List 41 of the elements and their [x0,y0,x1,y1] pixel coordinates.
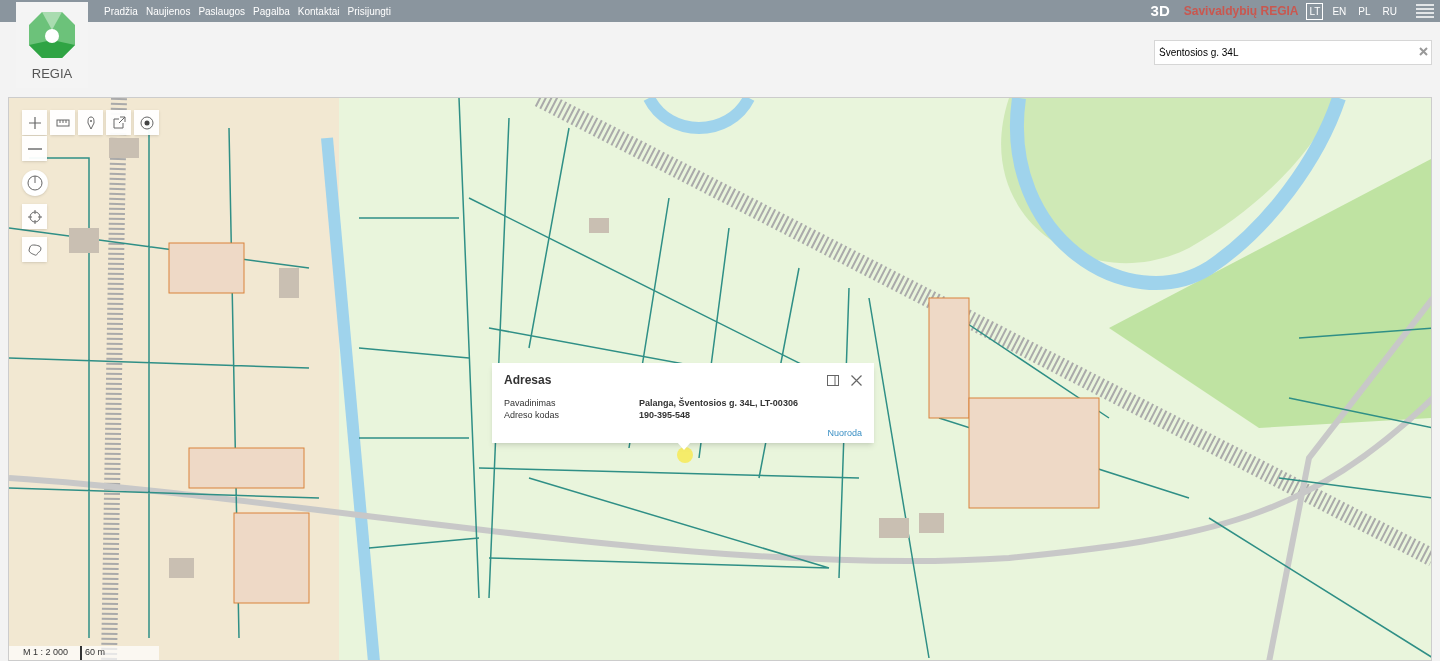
nav-link[interactable]: Naujienos [145,3,191,19]
search-field[interactable]: Šventosios g. 34L [1154,40,1432,65]
zoom-in-button[interactable] [22,110,47,135]
field-value: Palanga, Šventosios g. 34L, LT-00306 [639,397,798,409]
nav-link[interactable]: Kontaktai [297,3,340,19]
close-icon[interactable] [851,374,862,386]
language-option[interactable]: PL [1355,2,1374,20]
region-outline-icon [26,241,43,258]
crosshair-icon [26,208,43,225]
region-outline-button[interactable] [22,237,47,262]
scale-ratio: M 1 : 2 000 [23,646,69,660]
clear-icon[interactable] [1419,47,1428,56]
nav-link[interactable]: Paslaugos [198,3,246,19]
nav-link[interactable]: Pradžia [104,3,138,19]
language-option[interactable]: RU [1379,2,1400,20]
compass-icon [27,175,43,191]
zoom-out-button[interactable] [22,136,47,161]
popup-link[interactable]: Nuoroda [827,427,862,441]
language-option[interactable]: LT [1306,2,1324,20]
pin-button[interactable] [78,110,103,135]
logo-icon [27,10,77,60]
menu-icon[interactable] [1416,4,1434,18]
3d-toggle[interactable]: 3D [1150,0,1170,23]
dock-icon[interactable] [827,374,839,386]
target-button[interactable] [134,110,159,135]
zoom-in-icon [26,114,43,131]
nav-link[interactable]: Prisijungti [347,3,391,19]
scale-distance: 60 m [80,646,106,660]
language-option[interactable]: EN [1329,2,1350,20]
brand-title: Savivaldybių REGIA [1183,3,1299,20]
ruler-button[interactable] [50,110,75,135]
popup-title: Adresas [504,372,552,389]
field-label: Adreso kodas [504,409,561,421]
share-icon [110,114,127,131]
crosshair-button[interactable] [22,204,47,229]
zoom-out-icon [27,147,42,150]
target-icon [138,114,155,131]
field-value: 190-395-548 [639,409,691,421]
field-label: Pavadinimas [504,397,557,409]
logo-text: REGIA [31,65,73,83]
nav-link[interactable]: Pagalba [253,3,290,19]
